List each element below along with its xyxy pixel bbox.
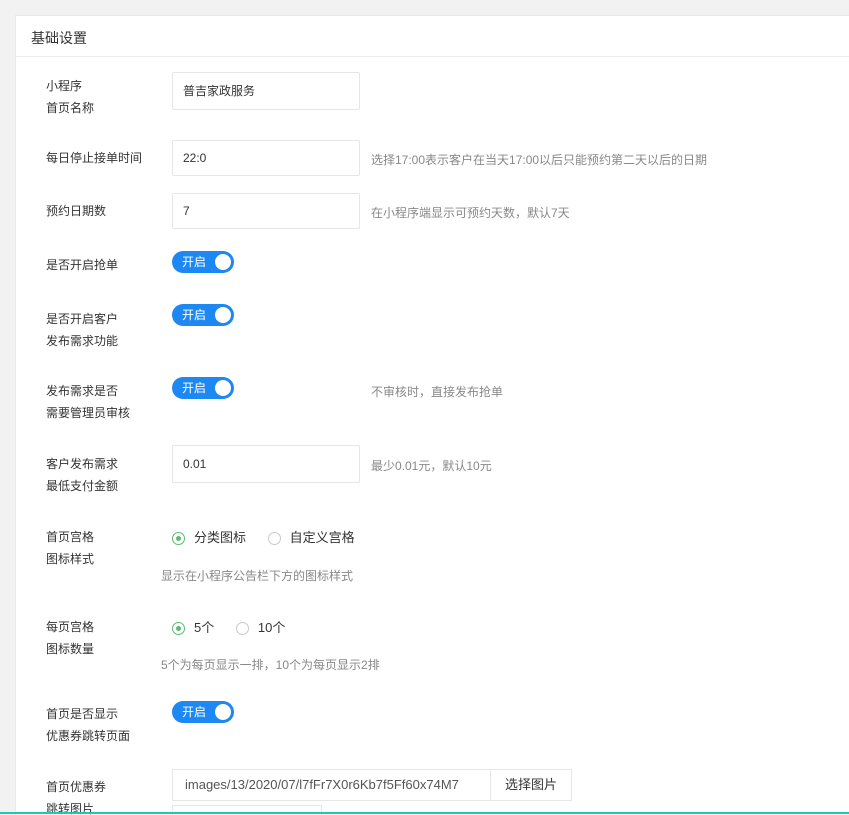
stop-time-input[interactable]: 22:0 — [172, 140, 360, 176]
grid-style-hint: 显示在小程序公告栏下方的图标样式 — [161, 569, 354, 583]
radio-10-items[interactable]: 10个 — [235, 619, 285, 637]
label-stop-time: 每日停止接单时间 — [46, 151, 143, 165]
admin-review-hint: 不审核时，直接发布抢单 — [371, 385, 504, 399]
coupon-image-picker: images/13/2020/07/l7fFr7X0r6Kb7f5Ff60x74… — [172, 769, 572, 801]
radio-5-items[interactable]: 5个 — [172, 619, 214, 637]
label-customer-publish: 是否开启客户 发布需求功能 — [46, 312, 119, 348]
min-payment-input[interactable]: 0.01 — [172, 445, 360, 483]
grid-count-hint: 5个为每页显示一排，10个为每页显示2排 — [161, 658, 380, 672]
radio-unchecked-icon — [267, 532, 281, 545]
coupon-page-toggle[interactable]: 开启 — [172, 701, 234, 723]
toggle-label: 开启 — [182, 705, 207, 719]
booking-days-hint: 在小程序端显示可预约天数，默认7天 — [371, 206, 570, 220]
toggle-label: 开启 — [182, 308, 207, 322]
label-coupon-image: 首页优惠券 跳转图片 — [46, 780, 107, 815]
stop-time-hint: 选择17:00表示客户在当天17:00以后只能预约第二天以后的日期 — [371, 153, 708, 167]
panel-title: 基础设置 — [31, 30, 87, 46]
grid-count-radio-group: 5个 10个 — [172, 619, 303, 637]
label-grab-order: 是否开启抢单 — [46, 258, 119, 272]
label-miniapp-name: 小程序 首页名称 — [46, 79, 95, 115]
toggle-label: 开启 — [182, 255, 207, 269]
label-booking-days: 预约日期数 — [46, 204, 107, 218]
settings-panel: 基础设置 小程序 首页名称 普吉家政服务 每日停止接单时间 22:0 选择17:… — [15, 15, 849, 815]
toggle-knob — [215, 307, 231, 323]
customer-publish-toggle[interactable]: 开启 — [172, 304, 234, 326]
toggle-knob — [215, 704, 231, 720]
label-grid-style: 首页宫格 图标样式 — [46, 530, 95, 566]
label-coupon-page: 首页是否显示 优惠券跳转页面 — [46, 707, 131, 743]
radio-checked-icon — [172, 622, 185, 635]
label-min-payment: 客户发布需求 最低支付金额 — [46, 457, 119, 493]
select-image-button[interactable]: 选择图片 — [490, 770, 571, 800]
radio-custom-grid[interactable]: 自定义宫格 — [267, 529, 355, 547]
toggle-knob — [215, 380, 231, 396]
min-payment-hint: 最少0.01元，默认10元 — [371, 459, 492, 473]
label-grid-count: 每页宫格 图标数量 — [46, 620, 95, 656]
booking-days-input[interactable]: 7 — [172, 193, 360, 229]
radio-unchecked-icon — [235, 622, 249, 635]
grab-order-toggle[interactable]: 开启 — [172, 251, 234, 273]
grid-style-radio-group: 分类图标 自定义宫格 — [172, 529, 373, 547]
coupon-image-path-input[interactable]: images/13/2020/07/l7fFr7X0r6Kb7f5Ff60x74… — [173, 770, 490, 800]
panel-header: 基础设置 — [16, 16, 849, 57]
radio-checked-icon — [172, 532, 185, 545]
radio-category-icon[interactable]: 分类图标 — [172, 529, 246, 547]
admin-review-toggle[interactable]: 开启 — [172, 377, 234, 399]
label-admin-review: 发布需求是否 需要管理员审核 — [46, 384, 131, 420]
toggle-label: 开启 — [182, 381, 207, 395]
toggle-knob — [215, 254, 231, 270]
miniapp-name-input[interactable]: 普吉家政服务 — [172, 72, 360, 110]
